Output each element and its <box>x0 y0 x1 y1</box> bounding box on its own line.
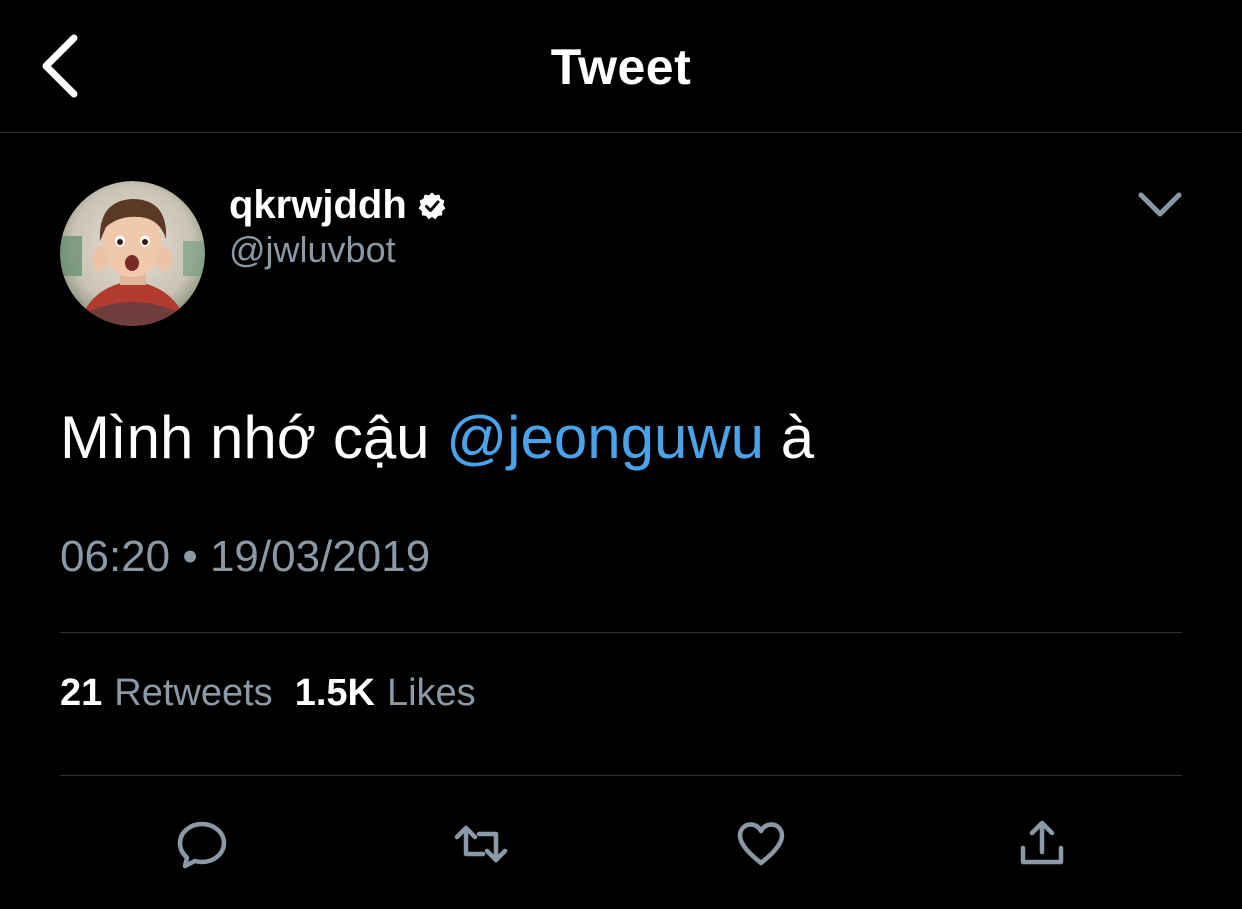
reply-button[interactable] <box>170 812 234 876</box>
tweet-detail-screen: Tweet qkrwjddh @jwluvbot Mình nhớ cậu @j… <box>0 0 1242 909</box>
retweet-icon <box>454 825 508 863</box>
mention-link[interactable]: @jeonguwu <box>446 404 764 471</box>
verified-badge-icon <box>417 191 447 221</box>
user-handle[interactable]: @jwluvbot <box>229 229 396 271</box>
avatar[interactable] <box>60 181 205 326</box>
retweets-label: Retweets <box>114 672 273 714</box>
page-title: Tweet <box>550 39 692 95</box>
tweet-stats: 21 Retweets 1.5K Likes <box>60 672 498 715</box>
reply-icon <box>177 821 227 869</box>
avatar-photo <box>60 181 205 326</box>
share-button[interactable] <box>1010 812 1074 876</box>
tweet-text-after: à <box>764 404 815 471</box>
display-name[interactable]: qkrwjddh <box>229 183 407 228</box>
likes-label: Likes <box>386 672 476 714</box>
chevron-down-icon <box>1138 192 1182 217</box>
like-button[interactable] <box>729 812 793 876</box>
divider <box>60 632 1182 633</box>
likes-stat[interactable]: 1.5K Likes <box>295 672 476 715</box>
retweets-stat[interactable]: 21 Retweets <box>60 672 273 715</box>
tweet-text: Mình nhớ cậu @jeonguwu à <box>60 403 814 472</box>
tweet-text-before: Mình nhớ cậu <box>60 404 447 471</box>
navigation-bar: Tweet <box>0 0 1242 133</box>
author-name-row[interactable]: qkrwjddh <box>229 180 447 230</box>
share-icon <box>1020 820 1064 865</box>
retweet-button[interactable] <box>449 812 513 876</box>
retweets-count: 21 <box>60 672 103 714</box>
likes-count: 1.5K <box>294 672 375 714</box>
more-options-button[interactable] <box>1130 180 1190 230</box>
heart-icon <box>737 822 785 866</box>
divider <box>60 775 1182 776</box>
tweet-timestamp: 06:20 • 19/03/2019 <box>60 532 431 581</box>
